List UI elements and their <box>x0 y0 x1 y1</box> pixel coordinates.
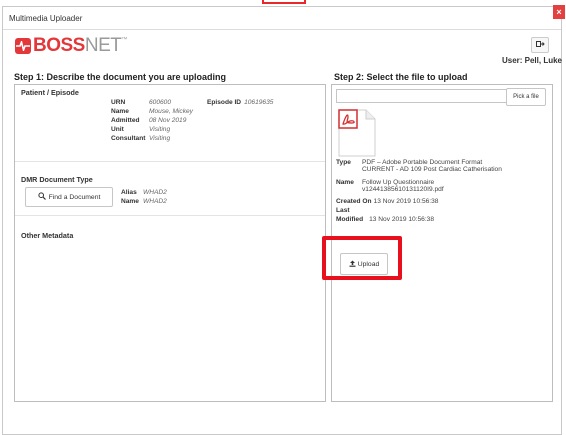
window-title: Multimedia Uploader <box>9 13 83 23</box>
divider <box>15 161 325 162</box>
step1-title: Step 1: Describe the document you are up… <box>14 72 227 82</box>
type-value-2: CURRENT - AD 109 Post Cardiac Catherisat… <box>362 166 502 173</box>
consultant-row: Consultant Visiting <box>111 135 170 142</box>
meta-created: Created On 13 Nov 2019 10:56:38 <box>336 198 438 205</box>
logo-text-net: NET <box>84 35 122 56</box>
created-key: Created On <box>336 198 372 205</box>
unit-row: Unit Visiting <box>111 126 170 133</box>
step1-panel: Patient / Episode URN 600600 Episode ID 10… <box>14 84 326 402</box>
unit-value: Visiting <box>149 126 171 133</box>
meta-last: Last <box>336 207 350 214</box>
close-icon[interactable]: × <box>553 5 565 19</box>
alias-row: Alias WHAD2 <box>121 189 167 196</box>
admitted-key: Admitted <box>111 117 140 124</box>
dmr-name-key: Name <box>121 198 139 205</box>
bossnet-logo: BOSS NET ™ <box>15 35 127 57</box>
name-key: Name <box>111 108 129 115</box>
upload-highlight-box <box>322 236 402 280</box>
alias-key: Alias <box>121 189 137 196</box>
patient-episode-label: Patient / Episode <box>21 88 79 97</box>
logout-button[interactable] <box>531 37 549 53</box>
meta-name: Name Follow Up Questionnaire v124413856101… <box>336 179 444 193</box>
alias-value: WHAD2 <box>143 189 167 196</box>
unit-key: Unit <box>111 126 124 133</box>
header: BOSS NET ™ <box>3 30 561 62</box>
modified-value: 13 Nov 2019 10:56:38 <box>369 216 435 223</box>
type-key: Type <box>336 159 351 166</box>
consultant-value: Visiting <box>149 135 171 142</box>
find-document-label: Find a Document <box>48 193 101 201</box>
file-name-key: Name <box>336 179 354 186</box>
top-highlight-fragment <box>262 0 306 4</box>
meta-modified: Modified 13 Nov 2019 10:56:38 <box>336 216 434 223</box>
admitted-value: 08 Nov 2019 <box>149 117 187 124</box>
logo-text-boss: BOSS <box>33 35 85 56</box>
type-value-1: PDF – Adobe Portable Document Format <box>362 159 483 166</box>
created-value: 13 Nov 2019 10:56:38 <box>373 198 439 205</box>
logout-icon <box>535 40 545 50</box>
pdf-file-icon <box>338 109 376 157</box>
urn-key: URN <box>111 99 126 106</box>
heartbeat-icon <box>15 38 31 54</box>
consultant-key: Consultant <box>111 135 146 142</box>
dmr-name-row: Name WHAD2 <box>121 198 167 205</box>
last-key: Last <box>336 207 350 214</box>
episode-key: Episode ID <box>207 99 242 106</box>
find-document-button[interactable]: Find a Document <box>25 187 113 207</box>
pick-file-button[interactable]: Pick a file <box>506 88 546 106</box>
meta-type: Type PDF – Adobe Portable Document Format… <box>336 159 502 173</box>
title-bar: Multimedia Uploader × <box>3 5 565 30</box>
logo-tm: ™ <box>121 37 128 43</box>
search-icon <box>38 192 46 202</box>
name-value: Mouse, Mickey <box>149 108 193 115</box>
dmr-name-value: WHAD2 <box>143 198 167 205</box>
file-name-value-1: Follow Up Questionnaire <box>362 179 435 186</box>
step2-title: Step 2: Select the file to upload <box>334 72 468 82</box>
other-metadata-label: Other Metadata <box>21 231 74 240</box>
urn-value: 600600 <box>149 99 172 106</box>
file-name-value-2: v12441385610131120I9.pdf <box>362 186 444 193</box>
urn-row: URN 600600 <box>111 99 171 106</box>
episode-value: 10619635 <box>244 99 274 106</box>
modified-key: Modified <box>336 216 364 223</box>
episode-row: Episode ID 10619635 <box>207 99 273 106</box>
admitted-row: Admitted 08 Nov 2019 <box>111 117 186 124</box>
current-user: User: Pell, Luke <box>501 56 562 65</box>
divider <box>15 215 325 216</box>
dmr-document-type-label: DMR Document Type <box>21 175 93 184</box>
name-row: Name Mouse, Mickey <box>111 108 193 115</box>
